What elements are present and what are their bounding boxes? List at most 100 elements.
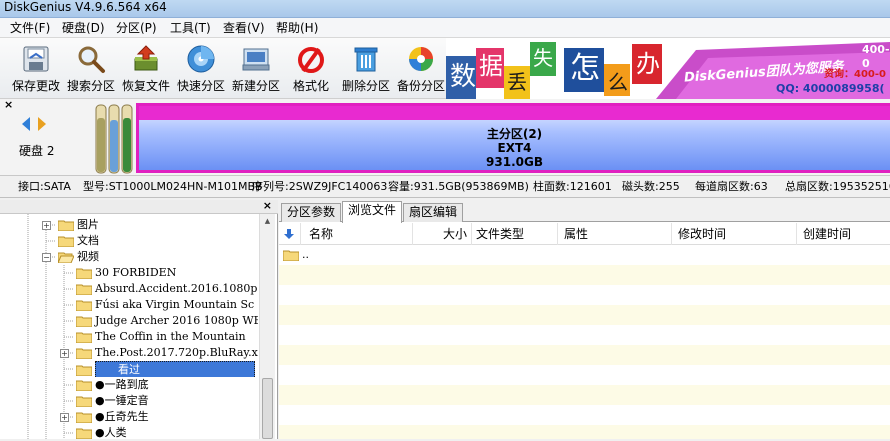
file-browser-pane: 分区参数 浏览文件 扇区编辑 名称 大小 文件类型 属性 修改时间 创建时间 .… [279,200,890,439]
folder-open-icon [58,252,74,263]
disk-label: 硬盘 2 [19,144,55,158]
disk-usage-bars [95,104,133,174]
tree-item-folder[interactable]: Judge Archer 2016 1080p WEB [76,313,258,329]
new-partition-icon [242,48,270,71]
quick-partition-button[interactable]: 快速分区 [173,40,229,96]
new-partition-button[interactable]: 新建分区 [228,40,284,96]
folder-icon [76,268,92,279]
menu-view[interactable]: 查看(V) [221,20,267,36]
tree-item-watched[interactable]: 看过 [76,361,258,377]
banner-char-7: 办 [636,50,660,78]
disk-heads: 磁头数:255 [622,180,680,193]
folder-icon [76,284,92,295]
col-size[interactable]: 大小 [413,223,472,245]
disk-serial: 序列号:2SWZ9JFC140063 [252,180,388,193]
banner-char-1: 数 [450,62,477,92]
folder-icon [76,380,92,391]
disk-sectors-per-track: 每道扇区数:63 [695,180,768,193]
title-bar: DiskGenius V4.9.6.564 x64 [0,0,890,18]
tree-item-folder[interactable]: ●一路到底 [76,377,149,393]
recover-icon [134,45,158,71]
format-icon [298,47,324,73]
close-panel-icon[interactable]: × [4,99,13,111]
tab-partition-params[interactable]: 分区参数 [281,203,342,222]
col-created[interactable]: 创建时间 [797,223,890,245]
disk-total-sectors: 总扇区数:195352516 [785,180,890,193]
tree-item-documents[interactable]: 文档 [58,233,99,249]
format-button[interactable]: 格式化 [283,40,339,96]
delete-partition-button[interactable]: 删除分区 [338,40,394,96]
backup-partition-button[interactable]: 备份分区 [393,40,449,96]
tree-scrollbar[interactable]: ▲ [259,214,275,439]
banner-char-2: 据 [479,52,503,80]
banner-char-3: 丢 [507,70,527,94]
recover-files-button[interactable]: 恢复文件 [118,40,174,96]
disk-icon [187,45,215,73]
file-list-header: 名称 大小 文件类型 属性 修改时间 创建时间 [279,223,890,245]
prev-disk-icon [22,117,30,131]
tree-item-folder[interactable]: ●丘奇先生 [76,409,149,425]
folder-up-icon [283,250,299,261]
scroll-up-icon[interactable]: ▲ [262,215,273,227]
menu-help[interactable]: 帮助(H) [274,20,320,36]
window-title: DiskGenius V4.9.6.564 x64 [4,0,167,14]
next-disk-icon [38,117,46,131]
scroll-thumb[interactable] [262,378,273,439]
disk-cylinders: 柱面数:121601 [533,180,612,193]
close-tree-icon[interactable]: × [263,200,272,212]
tab-bar: 分区参数 浏览文件 扇区编辑 [279,200,890,223]
save-changes-button[interactable]: 保存更改 [8,40,64,96]
menu-tools[interactable]: 工具(T) [168,20,213,36]
folder-icon [76,365,92,376]
ad-banner[interactable]: 数 据 丢 失 怎 么 办 DiskGenius团队为您服务 400-0 资询：… [446,38,890,99]
disk-nav-arrows [22,117,46,131]
tree-item-folder[interactable]: Fúsi aka Virgin Mountain Sc [76,297,258,313]
list-item[interactable]: .. [283,247,309,263]
collapse-toggle[interactable]: − [42,253,51,262]
file-list: .. [279,245,890,439]
partition-name: 主分区(2) [486,127,543,141]
tree-item-folder[interactable]: Absurd.Accident.2016.1080p. [76,281,258,297]
save-icon [23,46,49,72]
folder-icon [76,316,92,327]
partition-block[interactable]: 主分区(2) EXT4 931.0GB [136,103,890,173]
tree-item-folder[interactable]: The.Post.2017.720p.BluRay.x [76,345,258,361]
col-modified[interactable]: 修改时间 [672,223,797,245]
tree-item-folder[interactable]: The Coffin in the Mountain [76,329,258,345]
menu-disk[interactable]: 硬盘(D) [60,20,107,36]
backup-icon [409,47,433,71]
menu-file[interactable]: 文件(F) [8,20,52,36]
tree-item-videos[interactable]: 视频 [58,249,99,265]
banner-qq-text: QQ: 4000089958( [776,82,885,95]
tab-sector-editor[interactable]: 扇区编辑 [403,203,464,222]
menu-partition[interactable]: 分区(P) [114,20,159,36]
disk-map-panel: × 硬盘 2 主分区(2) EXT4 931.0GB [0,99,890,176]
search-partition-button[interactable]: 搜索分区 [63,40,119,96]
folder-tree-pane: × + 图片 文档 − 视频 30 FORBIDEN Absurd.Accide… [0,200,278,439]
banner-char-4: 失 [533,46,553,70]
folder-icon [76,412,92,423]
tab-browse-files[interactable]: 浏览文件 [342,201,403,223]
selected-tree-label: 看过 [95,361,255,377]
sort-down-icon[interactable] [279,223,301,245]
partition-usage-strip [139,106,890,120]
trash-icon [354,47,378,72]
expand-toggle[interactable]: + [42,221,51,230]
expand-toggle[interactable]: + [60,413,69,422]
menu-bar: 文件(F) 硬盘(D) 分区(P) 工具(T) 查看(V) 帮助(H) [0,18,890,38]
col-name[interactable]: 名称 [301,223,413,245]
tree-item-folder[interactable]: 30 FORBIDEN [76,265,176,281]
disk-model: 型号:ST1000LM024HN-M101MBB [83,180,263,193]
tree-item-pictures[interactable]: 图片 [58,217,99,233]
folder-icon [58,236,74,247]
banner-char-6: 么 [608,70,628,94]
col-type[interactable]: 文件类型 [472,223,558,245]
banner-phone-text: 资询：400-0 [824,69,886,80]
expand-toggle[interactable]: + [60,349,69,358]
tree-item-folder[interactable]: ●一锤定音 [76,393,149,409]
tree-header: × [0,200,278,214]
col-attributes[interactable]: 属性 [558,223,672,245]
folder-icon [76,348,92,359]
partition-size: 931.0GB [486,155,543,169]
banner-top-text: 400-0 [862,43,890,70]
